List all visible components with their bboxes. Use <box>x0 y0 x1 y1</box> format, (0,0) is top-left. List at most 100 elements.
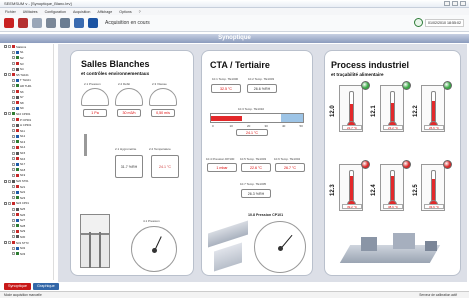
export-icon[interactable] <box>74 18 84 28</box>
tree-item-label: N31 ST73 <box>16 240 29 245</box>
sensor-icon <box>16 95 19 99</box>
tree-checkbox[interactable] <box>12 196 15 200</box>
tree-checkbox[interactable] <box>8 45 11 49</box>
tree-item-label: T TH101 <box>20 78 31 83</box>
tree-checkbox[interactable] <box>12 50 15 54</box>
label-cta-7: 10.7 Temp. TE1005 <box>240 182 267 186</box>
thermometer-tube <box>390 170 395 202</box>
expand-icon[interactable] <box>4 73 7 77</box>
tree-item-label: N7 <box>20 95 24 100</box>
sensor-icon <box>16 207 19 211</box>
sensor-icon <box>16 196 19 200</box>
sensor-icon <box>16 235 19 239</box>
close-button[interactable] <box>460 1 466 6</box>
tree-item-label: N9 <box>20 106 24 111</box>
label-pression: 2.1 Pression <box>84 82 101 86</box>
tree-item-label: N16 <box>20 156 26 161</box>
tree-checkbox[interactable] <box>12 246 15 250</box>
tree-checkbox[interactable] <box>12 190 15 194</box>
tree-checkbox[interactable] <box>12 95 15 99</box>
gauge-cta-pression <box>254 221 306 273</box>
tree-item-label: N19 <box>20 173 26 178</box>
tree-item[interactable]: N33 <box>4 251 53 257</box>
tree-checkbox[interactable] <box>8 201 11 205</box>
expand-icon[interactable] <box>4 201 7 205</box>
tree-checkbox[interactable] <box>12 67 15 71</box>
tree-checkbox[interactable] <box>12 101 15 105</box>
menu-acquisition[interactable]: Acquisition <box>73 10 90 14</box>
tree-item-label: N11 <box>20 128 25 133</box>
tree-checkbox[interactable] <box>12 90 15 94</box>
tree-checkbox[interactable] <box>12 118 15 122</box>
tree-checkbox[interactable] <box>12 162 15 166</box>
tree-checkbox[interactable] <box>12 62 15 66</box>
tree-checkbox[interactable] <box>12 235 15 239</box>
record-icon[interactable] <box>4 18 14 28</box>
tree-checkbox[interactable] <box>8 112 11 116</box>
value-cta-7: 26.3 %RH <box>241 189 271 198</box>
tree-checkbox[interactable] <box>12 123 15 127</box>
tree-item-label: N5 TH101 <box>16 72 29 77</box>
tree-checkbox[interactable] <box>12 84 15 88</box>
maximize-button[interactable] <box>452 1 458 6</box>
station-tree[interactable]: Stations N1 N2 N3 N4 N5 TH101 T TH101 HR TH01 N6… <box>4 44 54 280</box>
tree-checkbox[interactable] <box>12 56 15 60</box>
tree-checkbox[interactable] <box>12 106 15 110</box>
menu-fichier[interactable]: Fichier <box>5 10 16 14</box>
minimize-button[interactable] <box>444 1 450 6</box>
tree-checkbox[interactable] <box>12 224 15 228</box>
thermometer-value: 23.2 °C <box>383 125 403 130</box>
tree-checkbox[interactable] <box>12 129 15 133</box>
status-led-icon <box>361 160 370 169</box>
tree-checkbox[interactable] <box>12 157 15 161</box>
thermo-label-0: 12.0 <box>330 105 336 117</box>
tree-checkbox[interactable] <box>12 213 15 217</box>
tree-checkbox[interactable] <box>8 179 11 183</box>
menu-affichage[interactable]: Affichage <box>97 10 112 14</box>
tree-checkbox[interactable] <box>12 218 15 222</box>
value-cta-6: 26.7 °C <box>275 163 305 172</box>
tree-checkbox[interactable] <box>12 168 15 172</box>
bar-tick-label: 20 <box>247 124 251 128</box>
tab-synoptique[interactable]: Synoptique <box>4 283 31 290</box>
expand-icon[interactable] <box>4 112 7 116</box>
chart-icon[interactable] <box>60 18 70 28</box>
panel-process-industriel: Process industriel et traçabilité alimen… <box>324 50 461 276</box>
value-cta-4: 1 mbar <box>207 163 237 172</box>
tree-checkbox[interactable] <box>12 145 15 149</box>
tree-checkbox[interactable] <box>12 140 15 144</box>
settings-icon[interactable] <box>32 18 42 28</box>
tree-item-label: N26 <box>20 212 26 217</box>
tree-checkbox[interactable] <box>8 73 11 77</box>
tree-checkbox[interactable] <box>12 207 15 211</box>
expand-icon[interactable] <box>4 45 7 49</box>
expand-icon[interactable] <box>4 179 7 183</box>
thermometer-3: 39.2 °C <box>339 164 363 211</box>
expand-icon[interactable] <box>4 241 7 245</box>
tree-checkbox[interactable] <box>12 78 15 82</box>
stop-icon[interactable] <box>18 18 28 28</box>
sensor-icon <box>16 118 19 122</box>
tree-checkbox[interactable] <box>12 151 15 155</box>
sensor-icon <box>12 73 15 77</box>
tree-item-label: N33 <box>20 251 26 256</box>
menu-options[interactable]: Options <box>119 10 131 14</box>
menu-utilitaires[interactable]: Utilitaires <box>23 10 38 14</box>
tree-checkbox[interactable] <box>12 252 15 256</box>
sensor-icon <box>16 123 19 127</box>
status-right: Serveur de calibration actif <box>419 293 457 297</box>
thermometer-tube <box>431 91 436 123</box>
print-icon[interactable] <box>46 18 56 28</box>
synoptic-area: Salles Blanches et contrôles environneme… <box>58 44 467 282</box>
tree-checkbox[interactable] <box>12 173 15 177</box>
tree-checkbox[interactable] <box>12 185 15 189</box>
menu-configuration[interactable]: Configuration <box>45 10 66 14</box>
tree-checkbox[interactable] <box>8 241 11 245</box>
tree-checkbox[interactable] <box>12 229 15 233</box>
menu-help[interactable]: ? <box>139 10 141 14</box>
tree-item-label: N18 <box>20 167 26 172</box>
tree-checkbox[interactable] <box>12 134 15 138</box>
save-icon[interactable] <box>88 18 98 28</box>
tab-graphique[interactable]: Graphique <box>33 283 59 290</box>
sensor-icon <box>16 140 19 144</box>
